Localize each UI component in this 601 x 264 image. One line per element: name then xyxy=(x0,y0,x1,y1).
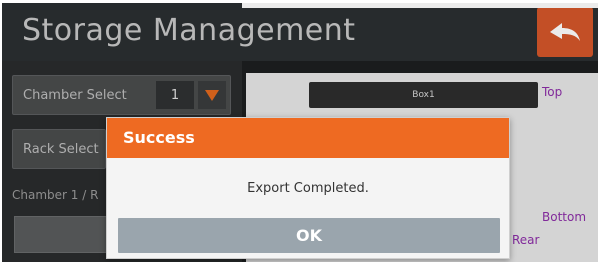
ok-button[interactable]: OK xyxy=(118,218,500,253)
app-screen: Storage Management Chamber Select 1 Rack… xyxy=(2,3,598,262)
dialog-message: Export Completed. xyxy=(247,181,369,196)
dialog-title: Success xyxy=(123,128,195,147)
success-dialog: Success Export Completed. OK xyxy=(106,117,510,259)
dialog-title-bar: Success xyxy=(107,118,509,158)
